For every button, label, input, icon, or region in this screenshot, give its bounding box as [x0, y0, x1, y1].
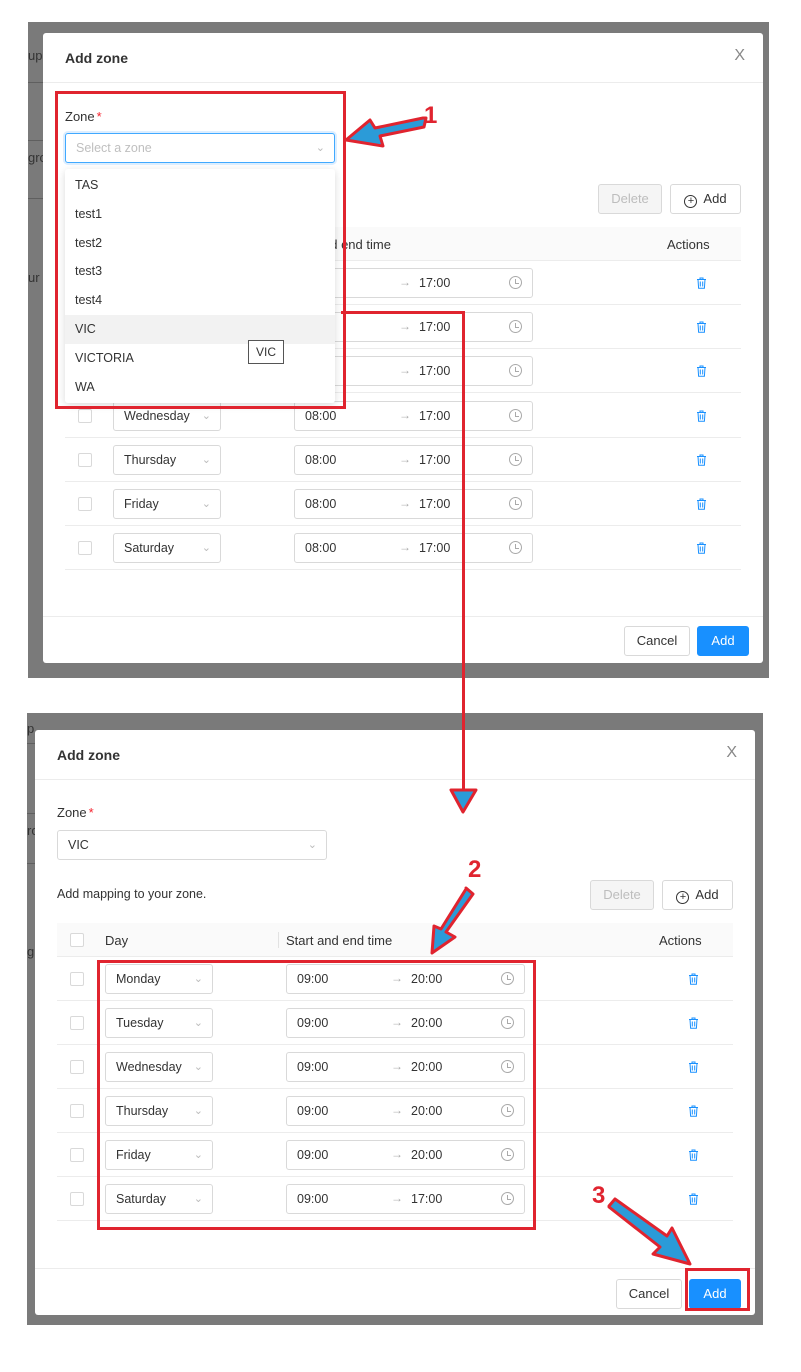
annotation-step-1: 1 — [424, 102, 438, 129]
arrow-1-icon — [344, 116, 428, 148]
annotation-step-2: 2 — [468, 856, 482, 883]
arrow-down-icon — [449, 788, 478, 814]
arrow-3-icon — [607, 1197, 692, 1266]
annotation-step-3: 3 — [592, 1182, 606, 1209]
arrow-2-icon — [430, 886, 475, 955]
annotation-arrows — [344, 116, 692, 1266]
